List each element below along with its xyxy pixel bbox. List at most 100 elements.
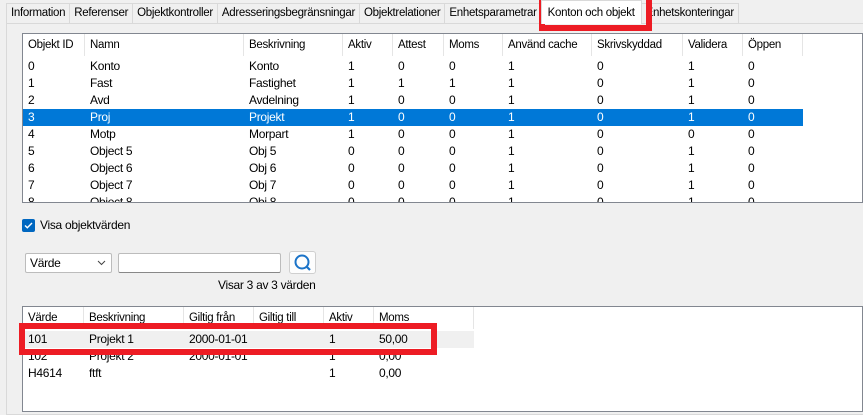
table-cell: 2000-01-01 <box>189 349 248 363</box>
column-header[interactable]: Validera <box>683 34 743 56</box>
table-cell: 5 <box>28 144 35 158</box>
table-cell: 1 <box>329 332 336 346</box>
table-cell: 0 <box>398 127 405 141</box>
search-input[interactable] <box>118 253 281 273</box>
show-values-label: Visa objektvärden <box>40 218 131 232</box>
table-row[interactable]: 5 Object 5 Obj 5 0 0 0 1 0 1 0 <box>23 143 803 160</box>
table-cell: Avdelning <box>249 93 299 107</box>
tab-4[interactable]: Objektrelationer <box>359 3 446 24</box>
table-cell: 1 <box>688 195 695 203</box>
column-header[interactable]: Aktiv <box>343 34 393 56</box>
table-cell: 0 <box>748 76 755 90</box>
table-cell: 0 <box>398 59 405 73</box>
table-cell: 0 <box>748 110 755 124</box>
table-cell: 1 <box>348 110 355 124</box>
table-row[interactable]: 101 Projekt 1 2000-01-01 1 50,00 <box>23 331 474 348</box>
table-cell: 0 <box>597 59 604 73</box>
table-cell: 0 <box>449 178 456 192</box>
table-cell: Projekt <box>249 110 285 124</box>
values-count-status: Visar 3 av 3 värden <box>218 278 316 292</box>
column-header[interactable]: Beskrivning <box>84 307 184 329</box>
tab-6[interactable]: Konton och objekt <box>540 0 642 24</box>
table-cell: 1 <box>688 178 695 192</box>
table-cell: H4614 <box>28 366 62 380</box>
table-cell: 1 <box>508 144 515 158</box>
column-header[interactable]: Beskrivning <box>244 34 343 56</box>
table-row[interactable]: H4614 ftft 1 0,00 <box>23 365 474 382</box>
table-cell: 0 <box>597 161 604 175</box>
table-cell: 2 <box>28 93 35 107</box>
table-row[interactable]: 2 Avd Avdelning 1 0 0 1 0 1 0 <box>23 92 803 109</box>
table-cell: 0 <box>449 144 456 158</box>
table-cell: 0 <box>748 144 755 158</box>
column-header[interactable]: Giltig till <box>254 307 324 329</box>
table-cell: 0 <box>398 144 405 158</box>
column-header[interactable]: Använd cache <box>503 34 592 56</box>
table-row[interactable]: 102 Projekt 2 2000-01-01 1 0,00 <box>23 348 474 365</box>
column-header[interactable]: Värde <box>23 307 84 329</box>
table-cell: 0 <box>688 127 695 141</box>
search-button[interactable] <box>289 251 316 274</box>
table-cell: Avd <box>90 93 110 107</box>
table-cell: 0 <box>597 178 604 192</box>
show-values-checkbox[interactable] <box>22 219 35 232</box>
column-header[interactable]: Objekt ID <box>23 34 85 56</box>
table-row[interactable]: 4 Motp Morpart 1 0 0 1 0 0 0 <box>23 126 803 143</box>
tab-0[interactable]: Information <box>6 3 71 24</box>
table-cell: 0 <box>28 59 35 73</box>
table-row[interactable]: 6 Object 6 Obj 6 0 0 0 1 0 1 0 <box>23 160 803 177</box>
table-cell: 0 <box>449 195 456 203</box>
table-cell: Proj <box>90 110 111 124</box>
table-cell: Obj 5 <box>249 144 277 158</box>
values-list[interactable]: Värde Beskrivning Giltig från Giltig till Ak… <box>22 306 863 412</box>
table-cell: 0 <box>449 161 456 175</box>
tab-5[interactable]: Enhetsparametrar <box>444 3 542 24</box>
table-cell: Object 8 <box>90 195 133 203</box>
table-cell: Motp <box>90 127 116 141</box>
table-cell: 0 <box>348 178 355 192</box>
table-cell: 0 <box>398 195 405 203</box>
table-cell: 0 <box>597 93 604 107</box>
column-header[interactable]: Moms <box>444 34 503 56</box>
table-row[interactable]: 0 Konto Konto 1 0 0 1 0 1 0 <box>23 58 803 75</box>
tab-1[interactable]: Referenser <box>69 3 134 24</box>
column-header[interactable]: Namn <box>85 34 244 56</box>
column-header[interactable]: Öppen <box>743 34 803 56</box>
table-cell: Object 6 <box>90 161 133 175</box>
tab-3[interactable]: Adresseringsbegränsningar <box>216 3 360 24</box>
table-cell: 0 <box>449 127 456 141</box>
table-cell: 1 <box>329 366 336 380</box>
table-row[interactable]: 3 Proj Projekt 1 0 0 1 0 1 0 <box>23 109 803 126</box>
column-header[interactable]: Skrivskyddad <box>592 34 683 56</box>
table-cell: 1 <box>508 110 515 124</box>
column-header[interactable]: Moms <box>374 307 474 329</box>
tab-7[interactable]: Enhetskonteringar <box>640 3 739 24</box>
column-header[interactable]: Aktiv <box>324 307 374 329</box>
table-cell: 0 <box>398 161 405 175</box>
tab-2[interactable]: Objektkontroller <box>132 3 218 24</box>
table-cell: 1 <box>508 178 515 192</box>
table-cell: 101 <box>28 332 48 346</box>
table-cell: 1 <box>329 349 336 363</box>
objects-list[interactable]: Objekt ID Namn Beskrivning Aktiv Attest Moms A… <box>22 33 863 203</box>
table-cell: 0 <box>348 195 355 203</box>
table-cell: 8 <box>28 195 35 203</box>
table-row[interactable]: 1 Fast Fastighet 1 1 1 1 0 1 0 <box>23 75 803 92</box>
table-cell: 2000-01-01 <box>189 332 248 346</box>
chevron-down-icon <box>97 260 106 266</box>
field-select[interactable]: Värde <box>25 253 112 273</box>
table-cell: 1 <box>508 127 515 141</box>
table-row[interactable]: 7 Object 7 Obj 7 0 0 0 1 0 1 0 <box>23 177 803 194</box>
table-cell: 102 <box>28 349 48 363</box>
table-cell: 0 <box>348 144 355 158</box>
table-cell: 1 <box>508 195 515 203</box>
table-cell: 0 <box>398 178 405 192</box>
table-cell: 1 <box>508 161 515 175</box>
table-cell: 0 <box>748 127 755 141</box>
table-cell: 0 <box>748 161 755 175</box>
column-header[interactable]: Giltig från <box>184 307 254 329</box>
table-cell: 1 <box>688 59 695 73</box>
table-row[interactable]: 8 Object 8 Obj 8 0 0 0 1 0 1 0 <box>23 194 803 203</box>
column-header[interactable]: Attest <box>393 34 444 56</box>
search-icon <box>294 254 311 271</box>
